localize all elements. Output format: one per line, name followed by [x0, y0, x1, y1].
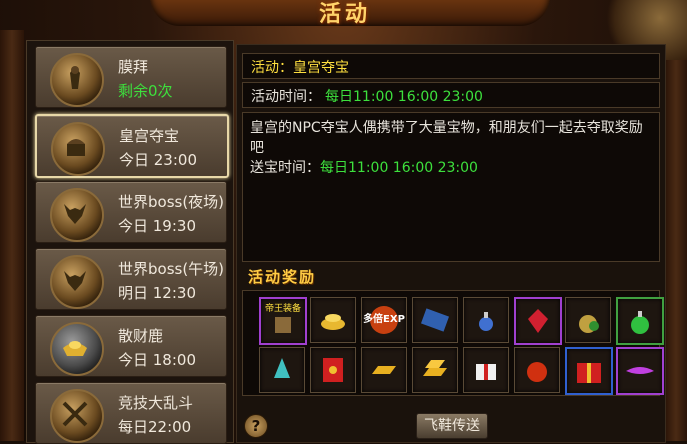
- activity-label: 活动：: [251, 60, 293, 76]
- activity-description: 皇宫的NPC夺宝人偶携带了大量宝物，和朋友们一起去夺取奖励吧 送宝时间：每日11…: [250, 118, 650, 178]
- activity-item-world-boss-night[interactable]: 世界boss(夜场) 今日 19:30: [35, 181, 227, 243]
- activity-item-palace-treasure[interactable]: 皇宫夺宝 今日 23:00: [35, 114, 229, 178]
- book-icon[interactable]: [412, 297, 458, 343]
- help-button[interactable]: ?: [244, 414, 268, 438]
- activity-time: 今日 18:00: [118, 351, 196, 369]
- activity-name: 世界boss(午场): [118, 260, 225, 278]
- teleport-button[interactable]: 飞鞋传送: [416, 413, 488, 439]
- demon-icon: [50, 255, 104, 309]
- red-envelope-icon[interactable]: [310, 347, 356, 393]
- multi-exp-icon[interactable]: 多倍EXP: [361, 297, 407, 343]
- activity-name-row: 活动： 皇宫夺宝: [242, 53, 660, 79]
- activity-name: 散财鹿: [118, 327, 164, 345]
- activity-list: 膜拜 剩余0次 皇宫夺宝 今日 23:00 世界boss(夜场) 今日 19:3…: [26, 40, 234, 444]
- window-title: 活动: [318, 2, 371, 27]
- gold-bars-icon[interactable]: [412, 347, 458, 393]
- reward-grid: 帝王装备 多倍EXP: [242, 290, 664, 396]
- right-border-decoration: [665, 30, 687, 441]
- activity-time: 明日 12:30: [118, 284, 196, 302]
- deliver-label: 送宝时间：: [250, 160, 320, 176]
- gold-bar-icon[interactable]: [361, 347, 407, 393]
- crystal-icon[interactable]: [259, 347, 305, 393]
- deliver-value: 每日11:00 16:00 23:00: [320, 160, 478, 176]
- activity-remaining: 剩余0次: [118, 82, 173, 100]
- time-value: 每日11:00 16:00 23:00: [325, 89, 483, 105]
- gift-box-icon[interactable]: [463, 347, 509, 393]
- activity-time: 每日22:00: [118, 418, 192, 436]
- lucky-bag-icon[interactable]: [514, 347, 560, 393]
- red-gift-box-icon[interactable]: [565, 347, 613, 395]
- time-label: 活动时间：: [251, 89, 321, 105]
- treasure-icon: [51, 122, 105, 176]
- crossed-swords-icon: [50, 389, 104, 443]
- activity-item-money-deer[interactable]: 散财鹿 今日 18:00: [35, 315, 227, 377]
- description-text: 皇宫的NPC夺宝人偶携带了大量宝物，和朋友们一起去夺取奖励吧: [250, 120, 643, 156]
- gold-ingot-icon: [50, 322, 104, 376]
- left-border-decoration: [0, 30, 24, 441]
- gold-coins-icon[interactable]: [310, 297, 356, 343]
- activity-time: 今日 19:30: [118, 217, 196, 235]
- activity-item-world-boss-noon[interactable]: 世界boss(午场) 明日 12:30: [35, 248, 227, 310]
- activity-item-worship[interactable]: 膜拜 剩余0次: [35, 46, 227, 108]
- activity-time: 今日 23:00: [119, 151, 197, 169]
- red-gem-icon[interactable]: [514, 297, 562, 345]
- activity-name: 膜拜: [118, 58, 149, 76]
- activity-name: 世界boss(夜场): [118, 193, 225, 211]
- green-potion-icon[interactable]: [616, 297, 664, 345]
- activity-name: 竞技大乱斗: [118, 394, 194, 412]
- reward-title: 活动奖励: [248, 268, 317, 286]
- purple-wing-icon[interactable]: [616, 347, 664, 395]
- statue-icon: [50, 53, 104, 107]
- money-bag-icon[interactable]: [565, 297, 611, 343]
- potion-icon[interactable]: [463, 297, 509, 343]
- activity-name: 皇宫夺宝: [119, 127, 180, 145]
- activity-time-row: 活动时间： 每日11:00 16:00 23:00: [242, 82, 660, 108]
- demon-icon: [50, 188, 104, 242]
- activity-title: 皇宫夺宝: [293, 60, 349, 76]
- activity-item-arena-brawl[interactable]: 竞技大乱斗 每日22:00: [35, 382, 227, 444]
- king-equipment-icon[interactable]: 帝王装备: [259, 297, 307, 345]
